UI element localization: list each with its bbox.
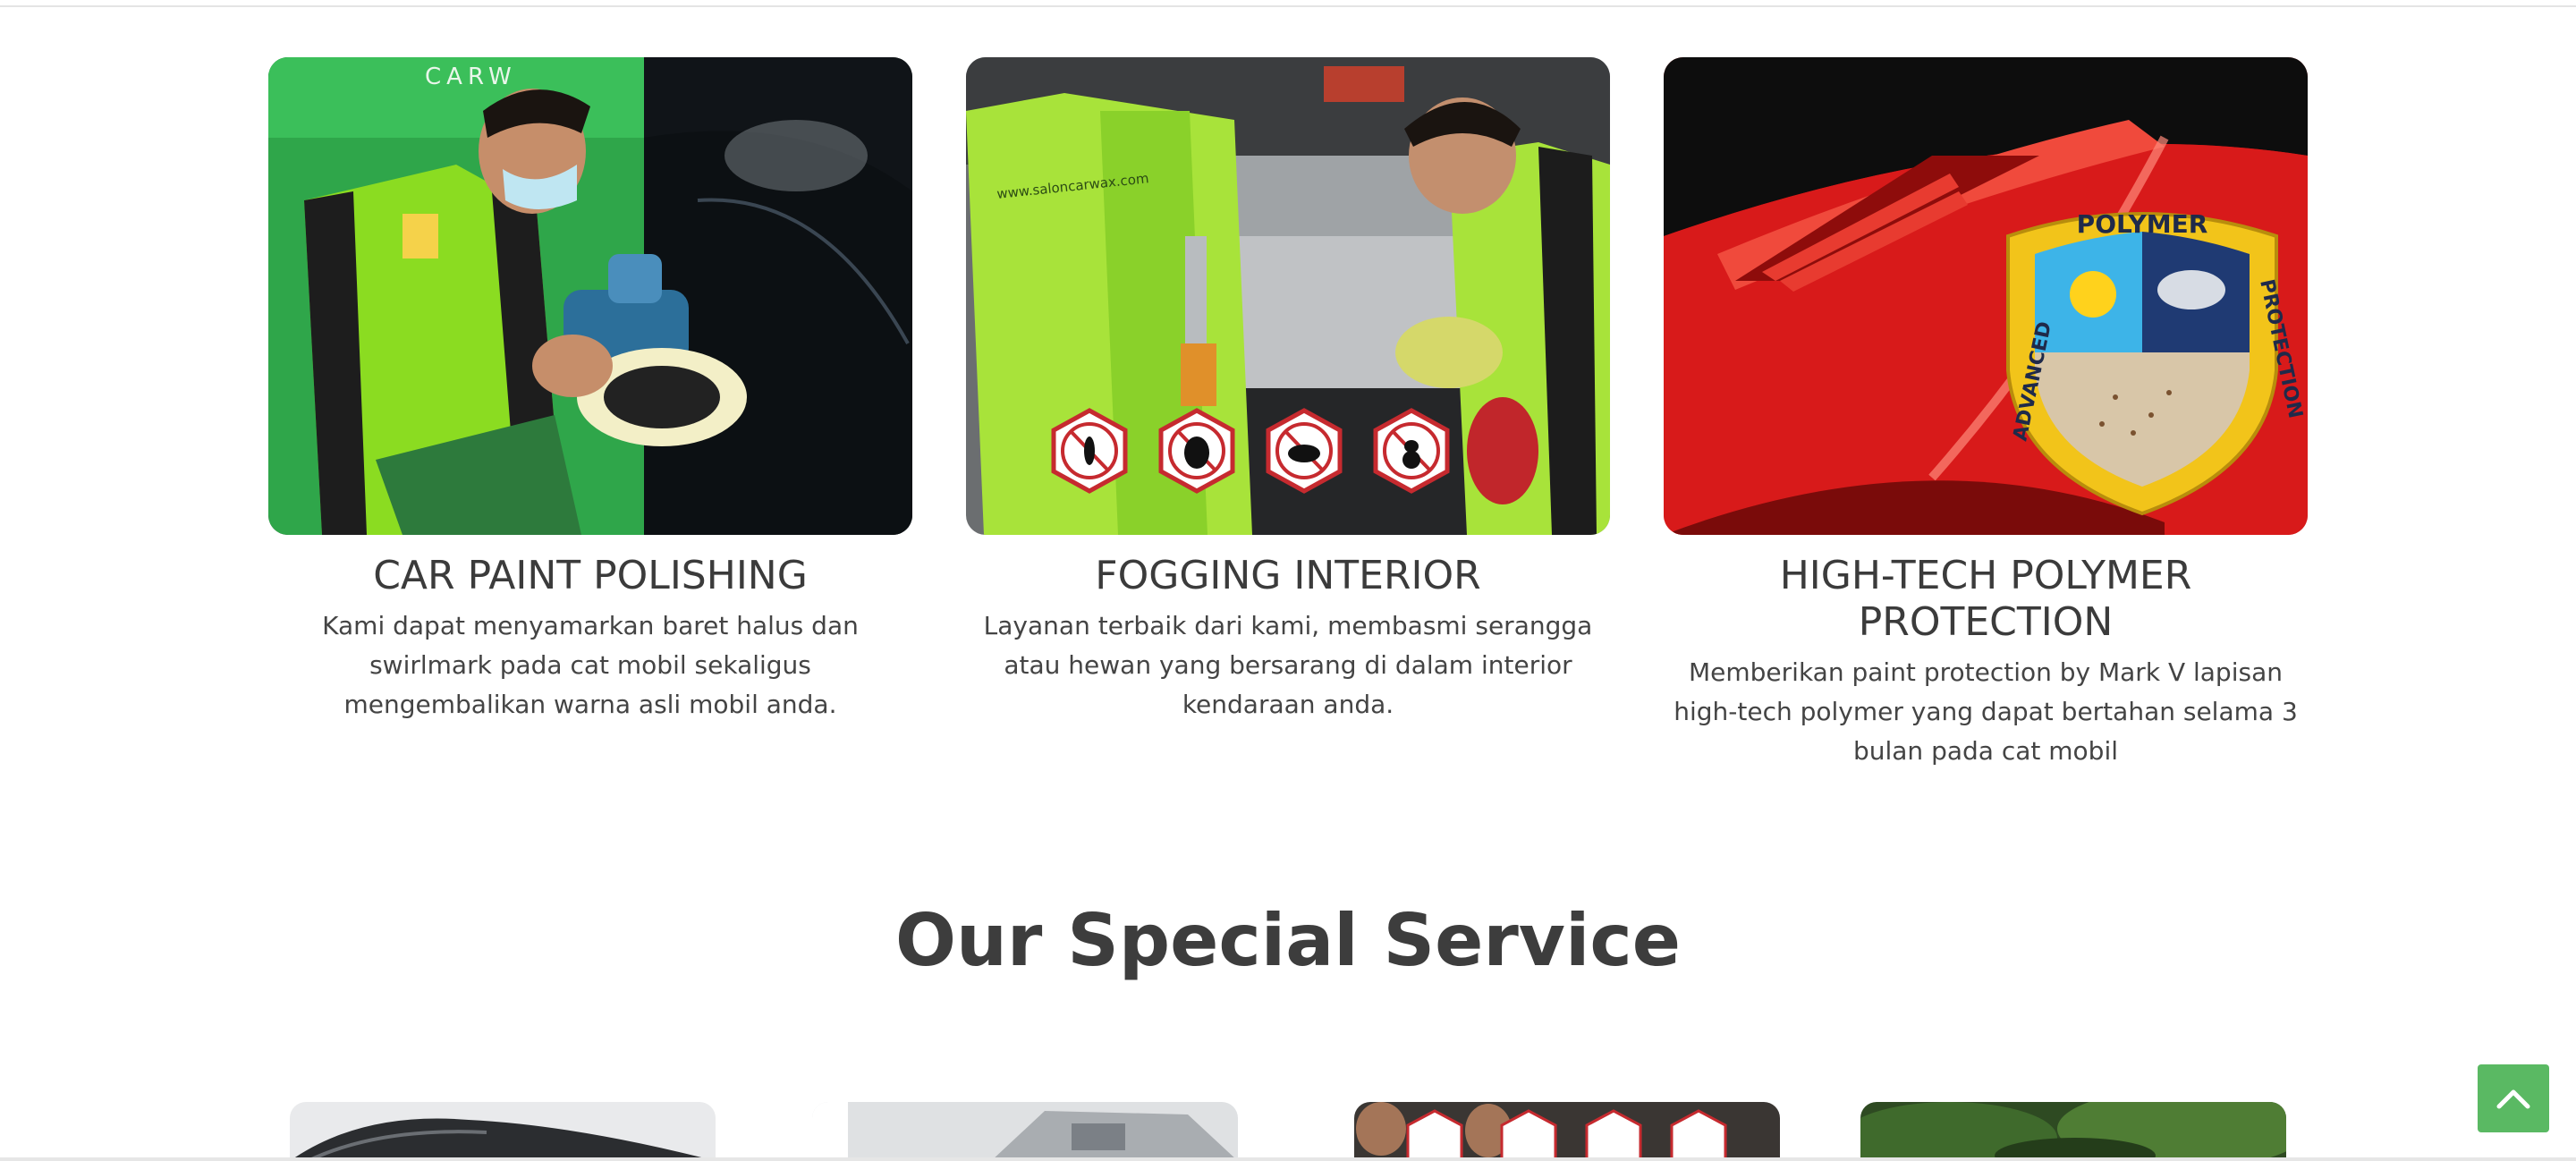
bottom-divider	[0, 1157, 2576, 1161]
service-description: Memberikan paint protection by Mark V la…	[1674, 657, 2298, 766]
service-card-fogging-interior: www.saloncarwax.com FOGGING INTERIOR Lay…	[966, 57, 1610, 725]
special-service-image[interactable]	[1860, 1102, 2286, 1161]
top-divider	[0, 5, 2576, 7]
service-card-car-paint-polishing: CARW CAR PAINT POLISHING Kami dapat meny…	[268, 57, 912, 725]
back-to-top-button[interactable]	[2478, 1064, 2549, 1132]
special-service-image[interactable]	[1354, 1102, 1780, 1161]
service-description: Kami dapat menyamarkan baret halus dan s…	[322, 611, 859, 719]
special-service-image[interactable]	[812, 1102, 1238, 1161]
service-title: FOGGING INTERIOR	[1095, 553, 1481, 598]
service-image-polymer-protection: POLYMER ADVANCED PROTECTION	[1664, 57, 2308, 535]
service-title: HIGH-TECH POLYMER PROTECTION	[1779, 553, 2192, 645]
special-service-heading: Our Special Service	[894, 899, 1682, 982]
chevron-up-icon	[2496, 1089, 2530, 1109]
service-description: Layanan terbaik dari kami, membasmi sera…	[983, 611, 1593, 719]
svg-text:CARW: CARW	[425, 64, 517, 90]
service-card-polymer-protection: POLYMER ADVANCED PROTECTION HIGH-TECH PO…	[1664, 57, 2308, 771]
service-title: CAR PAINT POLISHING	[373, 553, 808, 598]
special-service-image[interactable]	[290, 1102, 716, 1161]
svg-text:POLYMER: POLYMER	[2077, 209, 2208, 239]
service-image-fogging-interior: www.saloncarwax.com	[966, 57, 1610, 535]
service-image-car-paint-polishing: CARW	[268, 57, 912, 535]
